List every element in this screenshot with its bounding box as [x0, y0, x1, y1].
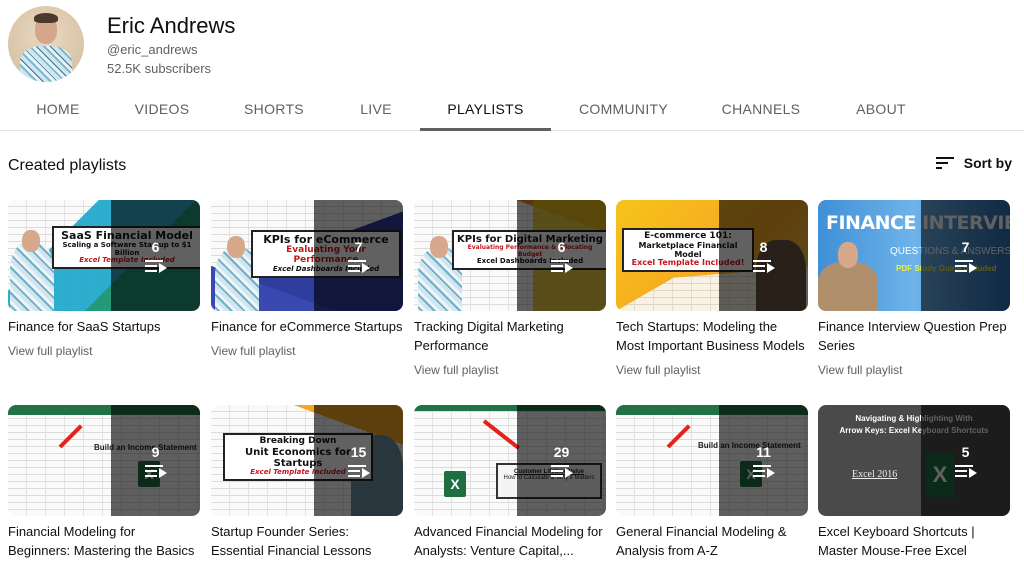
channel-name: Eric Andrews: [107, 13, 236, 38]
playlist-thumbnail[interactable]: Navigating & Highlighting With Arrow Key…: [818, 405, 1010, 516]
view-full-playlist-link[interactable]: View full playlist: [8, 343, 92, 359]
playlist-icon: [954, 464, 977, 478]
channel-avatar[interactable]: [8, 6, 84, 82]
playlist-title[interactable]: Finance for SaaS Startups: [8, 317, 200, 336]
playlist-thumbnail[interactable]: Breaking Down Unit Economics for Startup…: [211, 405, 403, 516]
playlist-thumbnail[interactable]: FINANCE INTERVIEW QUESTIONS & ANSWERS PD…: [818, 200, 1010, 311]
avatar-hair: [34, 13, 58, 23]
channel-handle: @eric_andrews: [107, 42, 198, 57]
video-count: 5: [961, 443, 970, 460]
playlist-title[interactable]: Tech Startups: Modeling the Most Importa…: [616, 317, 808, 355]
playlist-icon: [550, 464, 573, 478]
video-count: 29: [553, 443, 570, 460]
tab-home[interactable]: HOME: [22, 90, 94, 130]
sort-by-button[interactable]: Sort by: [935, 155, 1012, 171]
section-title: Created playlists: [8, 157, 127, 174]
playlist-count-overlay: 9: [111, 405, 200, 516]
playlist-icon: [550, 259, 573, 273]
video-count: 7: [961, 238, 970, 255]
playlist-icon: [347, 259, 370, 273]
playlist-card: Build an Income Statement X 9 Financial …: [8, 405, 200, 560]
playlist-thumbnail[interactable]: KPIs for eCommerce Evaluating Your Perfo…: [211, 200, 403, 311]
video-count: 8: [759, 238, 768, 255]
video-count: 15: [350, 443, 367, 460]
tab-channels[interactable]: CHANNELS: [712, 90, 810, 130]
view-full-playlist-link[interactable]: View full playlist: [818, 362, 902, 378]
tab-about[interactable]: ABOUT: [846, 90, 916, 130]
channel-info: Eric Andrews @eric_andrews 52.5K subscri…: [107, 14, 235, 77]
avatar-shirt: [20, 46, 72, 82]
view-full-playlist-link[interactable]: View full playlist: [616, 362, 700, 378]
video-count: 6: [151, 238, 160, 255]
tab-videos[interactable]: VIDEOS: [124, 90, 200, 130]
playlist-card: E-commerce 101: Marketplace Financial Mo…: [616, 200, 808, 379]
playlist-card: KPIs for eCommerce Evaluating Your Perfo…: [211, 200, 403, 360]
playlist-title[interactable]: Startup Founder Series: Essential Financ…: [211, 522, 403, 560]
playlist-card: X Customer Lifetime Value How to Calcula…: [414, 405, 606, 560]
playlist-title[interactable]: Tracking Digital Marketing Performance: [414, 317, 606, 355]
excel-logo-icon: X: [444, 471, 466, 497]
playlist-card: Breaking Down Unit Economics for Startup…: [211, 405, 403, 560]
playlist-title[interactable]: Financial Modeling for Beginners: Master…: [8, 522, 200, 560]
playlist-count-overlay: 6: [111, 200, 200, 311]
sort-icon: [935, 156, 954, 170]
thumbnail-caption: Excel 2016: [852, 469, 898, 480]
playlist-icon: [954, 259, 977, 273]
playlist-thumbnail[interactable]: SaaS Financial Model Scaling a Software …: [8, 200, 200, 311]
playlist-count-overlay: 15: [314, 405, 403, 516]
playlist-card: Build an Income Statement X 11 General F…: [616, 405, 808, 560]
playlist-count-overlay: 7: [314, 200, 403, 311]
playlist-count-overlay: 6: [517, 200, 606, 311]
video-count: 9: [151, 443, 160, 460]
playlist-icon: [144, 464, 167, 478]
playlist-icon: [144, 259, 167, 273]
playlist-card: FINANCE INTERVIEW QUESTIONS & ANSWERS PD…: [818, 200, 1010, 379]
presenter-image: [10, 242, 54, 311]
playlist-title[interactable]: General Financial Modeling & Analysis fr…: [616, 522, 808, 560]
channel-header: Eric Andrews @eric_andrews 52.5K subscri…: [8, 6, 235, 82]
playlist-icon: [752, 464, 775, 478]
playlist-thumbnail[interactable]: KPIs for Digital Marketing Evaluating Pe…: [414, 200, 606, 311]
playlist-title[interactable]: Finance Interview Question Prep Series: [818, 317, 1010, 355]
playlist-card: Navigating & Highlighting With Arrow Key…: [818, 405, 1010, 560]
tab-live[interactable]: LIVE: [348, 90, 404, 130]
playlist-count-overlay: 5: [921, 405, 1010, 516]
tab-playlists[interactable]: PLAYLISTS: [420, 90, 551, 131]
playlist-count-overlay: 8: [719, 200, 808, 311]
playlist-title[interactable]: Excel Keyboard Shortcuts | Master Mouse-…: [818, 522, 1010, 560]
playlist-thumbnail[interactable]: E-commerce 101: Marketplace Financial Mo…: [616, 200, 808, 311]
tab-community[interactable]: COMMUNITY: [570, 90, 677, 130]
playlist-card: SaaS Financial Model Scaling a Software …: [8, 200, 200, 360]
video-count: 11: [756, 443, 771, 460]
video-count: 6: [557, 238, 566, 255]
playlist-count-overlay: 11: [719, 405, 808, 516]
playlist-icon: [347, 464, 370, 478]
view-full-playlist-link[interactable]: View full playlist: [211, 343, 295, 359]
view-full-playlist-link[interactable]: View full playlist: [414, 362, 498, 378]
playlist-count-overlay: 7: [921, 200, 1010, 311]
playlist-card: KPIs for Digital Marketing Evaluating Pe…: [414, 200, 606, 379]
channel-tabs: HOME VIDEOS SHORTS LIVE PLAYLISTS COMMUN…: [0, 90, 1024, 131]
playlist-count-overlay: 29: [517, 405, 606, 516]
subscriber-count: 52.5K subscribers: [107, 61, 212, 76]
playlist-thumbnail[interactable]: Build an Income Statement X 11: [616, 405, 808, 516]
sort-by-label: Sort by: [963, 155, 1012, 171]
playlist-thumbnail[interactable]: X Customer Lifetime Value How to Calcula…: [414, 405, 606, 516]
presenter-image: [818, 262, 878, 311]
playlist-icon: [752, 259, 775, 273]
playlist-thumbnail[interactable]: Build an Income Statement X 9: [8, 405, 200, 516]
video-count: 7: [354, 238, 363, 255]
playlist-title[interactable]: Finance for eCommerce Startups: [211, 317, 403, 336]
playlist-title[interactable]: Advanced Financial Modeling for Analysts…: [414, 522, 606, 560]
tab-shorts[interactable]: SHORTS: [234, 90, 314, 130]
